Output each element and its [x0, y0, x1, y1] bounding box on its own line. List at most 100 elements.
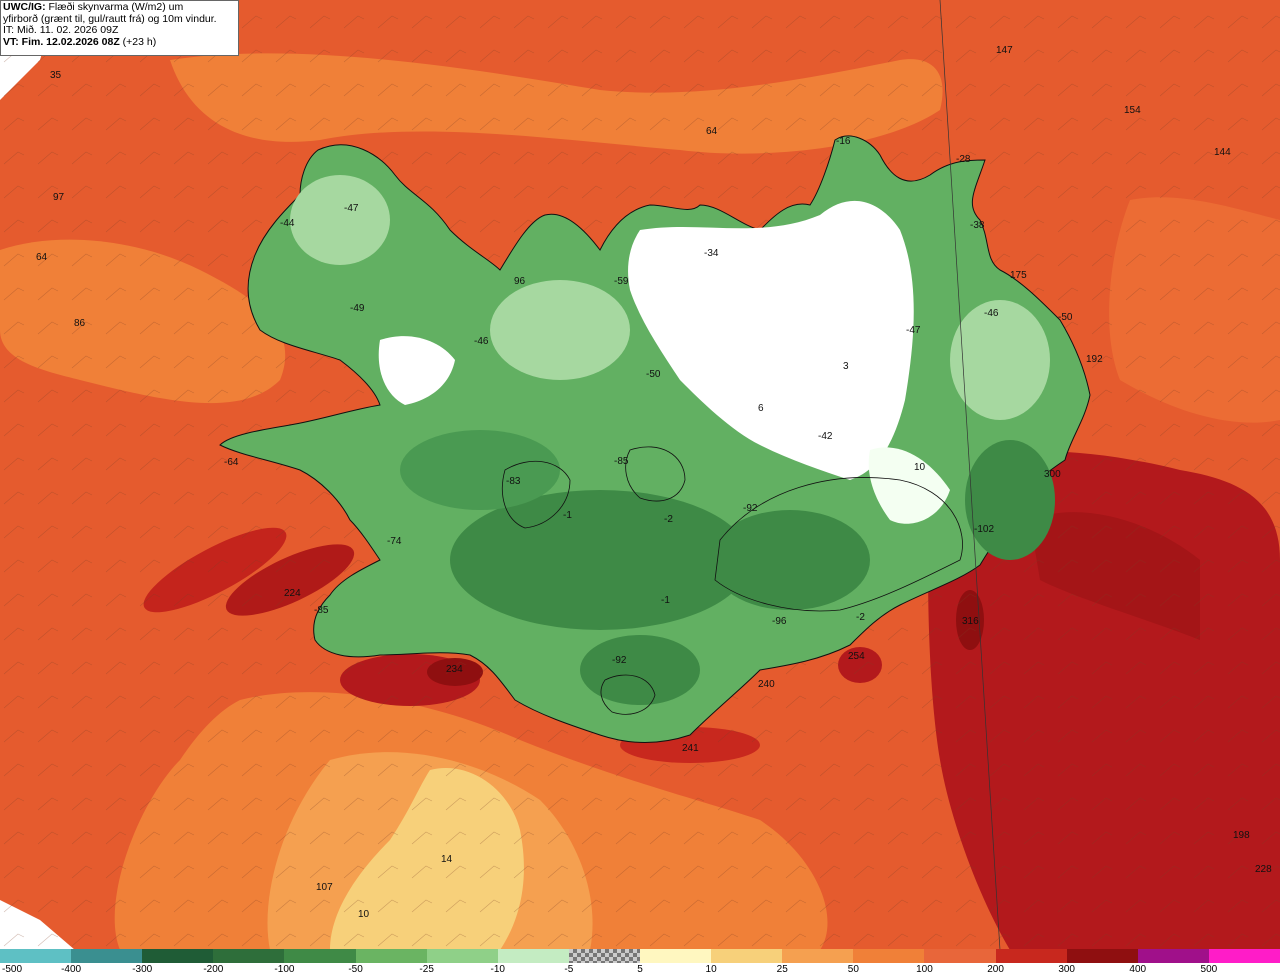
value-label: 6	[758, 403, 764, 414]
value-label: -2	[856, 612, 865, 623]
value-label: -44	[280, 218, 295, 229]
value-label: -38	[970, 220, 985, 231]
legend-swatch	[640, 949, 712, 963]
value-label: 228	[1255, 864, 1272, 875]
legend-tick-label: -200	[203, 964, 224, 975]
value-label: 316	[962, 616, 979, 627]
value-label: -59	[614, 276, 629, 287]
heat-flux-map: 147 154 144 35 97 64 86 64 -16 -28 -38 -…	[0, 0, 1280, 950]
legend-swatch	[71, 949, 143, 963]
legend-tick-label: 25	[776, 964, 788, 975]
forecast-map-view: 147 154 144 35 97 64 86 64 -16 -28 -38 -…	[0, 0, 1280, 978]
value-label: -34	[704, 248, 719, 259]
value-label: 96	[514, 276, 526, 287]
land-light-green-2	[950, 300, 1050, 420]
value-label: 240	[758, 679, 775, 690]
value-label: 97	[53, 192, 65, 203]
legend-tick-label: -400	[61, 964, 82, 975]
land-light-green-1	[490, 280, 630, 380]
land-dark-green-3	[965, 440, 1055, 560]
value-label: 3	[843, 361, 849, 372]
land-dark-green-1	[450, 490, 750, 630]
legend-tick-label: 10	[705, 964, 717, 975]
value-label: -92	[743, 503, 758, 514]
value-label: -1	[563, 510, 572, 521]
legend-tick-label: 5	[637, 964, 643, 975]
legend-tick-label: 50	[847, 964, 859, 975]
legend-tick-label: -500	[1, 964, 22, 975]
value-label: 198	[1233, 830, 1250, 841]
value-label: 254	[848, 651, 865, 662]
value-label: -50	[1058, 312, 1073, 323]
legend-swatch	[995, 949, 1068, 963]
valid-time-date: VT: Fim. 12.02.2026 08Z	[3, 35, 120, 48]
value-label: 147	[996, 45, 1013, 56]
value-label: -28	[956, 154, 971, 165]
value-label: -49	[350, 303, 365, 314]
value-label: -83	[506, 476, 521, 487]
value-label: 192	[1086, 354, 1103, 365]
legend-swatch	[853, 949, 925, 963]
legend-tick-label: 200	[987, 964, 1004, 975]
title-line-1: UWC/IG: Flæði skynvarma (W/m2) um	[3, 1, 236, 14]
value-label: 234	[446, 664, 463, 675]
value-label: -47	[906, 325, 921, 336]
legend-swatch	[1066, 949, 1139, 963]
value-label: 154	[1124, 105, 1141, 116]
value-label: -74	[387, 536, 402, 547]
value-label: -85	[314, 605, 329, 616]
value-label: -46	[474, 336, 489, 347]
value-label: 144	[1214, 147, 1231, 158]
legend-tick-label: 500	[1200, 964, 1218, 975]
color-scale-legend: -500 -400 -300 -200 -100 -50 -25 -10 -5 5 10 25 50 10…	[0, 949, 1280, 978]
valid-time: VT: Fim. 12.02.2026 08Z (+23 h)	[3, 35, 236, 49]
value-label: 64	[36, 252, 48, 263]
land-dark-green-5	[580, 635, 700, 705]
legend-tick-label: -25	[419, 964, 434, 975]
legend-tick-label: -300	[132, 964, 153, 975]
value-label: -47	[344, 203, 359, 214]
value-label: -96	[772, 616, 787, 627]
title-text: Flæði skynvarma (W/m2) um	[45, 1, 184, 13]
value-label: 64	[706, 126, 718, 137]
legend-swatch	[142, 949, 214, 963]
value-label: -102	[974, 524, 994, 535]
value-label: -42	[818, 431, 833, 442]
value-label: 10	[358, 909, 370, 920]
legend-swatch	[213, 949, 285, 963]
legend-swatch	[568, 949, 641, 963]
value-label: -46	[984, 308, 999, 319]
land-light-green-3	[290, 175, 390, 265]
legend-swatch	[1137, 949, 1210, 963]
legend-tick-label: 400	[1129, 964, 1147, 975]
value-label: 107	[316, 882, 333, 893]
legend-tick-label: -10	[490, 964, 505, 975]
value-label: -1	[661, 595, 670, 606]
legend-swatch	[924, 949, 997, 963]
value-label: -16	[836, 136, 851, 147]
map-info-box: UWC/IG: Flæði skynvarma (W/m2) um yfirbo…	[0, 0, 239, 56]
legend-swatch	[284, 949, 357, 963]
legend-tick-label: 300	[1058, 964, 1075, 975]
legend-swatch	[426, 949, 499, 963]
legend-tick-label: -50	[348, 964, 363, 975]
model-prefix: UWC/IG:	[3, 1, 46, 13]
forecast-lead: (+23 h)	[119, 35, 157, 48]
legend-swatch	[0, 949, 72, 963]
value-label: 300	[1044, 469, 1061, 480]
legend-swatch	[782, 949, 854, 963]
value-label: 175	[1010, 270, 1027, 281]
value-label: -2	[664, 514, 673, 525]
value-label: 224	[284, 588, 301, 599]
value-label: 14	[441, 854, 453, 865]
value-label: -85	[614, 456, 629, 467]
value-label: -92	[612, 655, 627, 666]
legend-swatch	[1208, 949, 1280, 963]
value-label: 241	[682, 743, 699, 754]
land-dark-green-4	[400, 430, 560, 510]
legend-swatch	[355, 949, 428, 963]
value-label: -50	[646, 369, 661, 380]
value-label: 10	[914, 462, 926, 473]
value-label: 35	[50, 70, 62, 81]
value-label: 86	[74, 318, 86, 329]
